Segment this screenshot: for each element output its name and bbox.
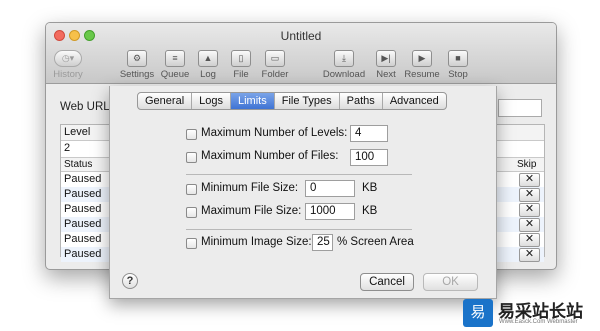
tab-bar: General Logs Limits File Types Paths Adv… (137, 92, 447, 110)
folder-label: Folder (261, 69, 289, 80)
resume-label: Resume (404, 69, 440, 80)
history-button[interactable]: ◷▾ History (46, 50, 90, 80)
tab-logs[interactable]: Logs (192, 93, 231, 109)
skip-forward-icon: ▶| (376, 50, 396, 67)
next-label: Next (376, 69, 396, 80)
download-label: Download (322, 69, 366, 80)
tab-advanced[interactable]: Advanced (383, 93, 446, 109)
skip-button[interactable]: ✕ (519, 233, 540, 247)
status-cell: Paused (64, 248, 102, 260)
status-cell: Paused (64, 188, 102, 200)
queue-label: Queue (160, 69, 190, 80)
max-file-size-input[interactable]: 1000 (305, 203, 355, 220)
skip-header: Skip (517, 159, 537, 170)
folder-icon: ▭ (265, 50, 285, 67)
max-levels-checkbox[interactable] (186, 129, 197, 140)
max-levels-input[interactable]: 4 (350, 125, 388, 142)
skip-button[interactable]: ✕ (519, 248, 540, 262)
tab-file-types[interactable]: File Types (275, 93, 340, 109)
min-file-size-unit: KB (362, 182, 378, 194)
settings-label: Settings (119, 69, 155, 80)
web-url-label: Web URL: (60, 101, 113, 113)
min-file-size-checkbox[interactable] (186, 184, 197, 195)
max-file-size-label: Maximum File Size: (201, 205, 302, 217)
tab-limits[interactable]: Limits (231, 93, 275, 109)
title-bar: Untitled ◷▾ History ⚙ Settings ≡ Queue ▲… (46, 23, 556, 84)
stop-label: Stop (448, 69, 468, 80)
gear-icon: ⚙ (127, 50, 147, 67)
web-url-input[interactable] (498, 99, 542, 117)
separator (186, 174, 412, 175)
level-header: Level (64, 126, 91, 138)
skip-button[interactable]: ✕ (519, 188, 540, 202)
watermark-logo: 易 (463, 299, 493, 327)
folder-button[interactable]: ▭ Folder (253, 50, 297, 80)
min-file-size-label: Minimum File Size: (201, 182, 299, 194)
max-levels-label: Maximum Number of Levels: (201, 127, 348, 139)
separator (186, 229, 412, 230)
file-label: File (233, 69, 249, 80)
max-files-label: Maximum Number of Files: (201, 150, 339, 162)
window-title: Untitled (280, 29, 322, 43)
max-file-size-unit: KB (362, 205, 378, 217)
status-cell: Paused (64, 173, 102, 185)
stop-button[interactable]: ■ Stop (436, 50, 480, 80)
preferences-sheet: General Logs Limits File Types Paths Adv… (109, 86, 497, 299)
download-button[interactable]: ⤓ Download (322, 50, 366, 80)
min-file-size-input[interactable]: 0 (305, 180, 355, 197)
status-cell: Paused (64, 233, 102, 245)
list-icon: ≡ (165, 50, 185, 67)
level-value: 2 (64, 142, 71, 154)
stop-icon: ■ (448, 50, 468, 67)
cancel-button[interactable]: Cancel (360, 273, 414, 291)
skip-button[interactable]: ✕ (519, 218, 540, 232)
max-files-checkbox[interactable] (186, 152, 197, 163)
watermark-subtitle: Www.Easck.Com Webmaster (499, 319, 578, 325)
ok-button[interactable]: OK (423, 273, 478, 291)
tab-paths[interactable]: Paths (340, 93, 383, 109)
min-image-size-input[interactable]: 25 (312, 234, 333, 251)
document-icon: ▯ (231, 50, 251, 67)
download-icon: ⤓ (334, 50, 354, 67)
status-cell: Paused (64, 203, 102, 215)
help-button[interactable]: ? (122, 273, 138, 289)
max-files-input[interactable]: 100 (350, 149, 388, 166)
max-file-size-checkbox[interactable] (186, 207, 197, 218)
history-clock-icon: ◷▾ (54, 50, 82, 67)
min-image-size-unit: % Screen Area (337, 236, 414, 248)
status-cell: Paused (64, 218, 102, 230)
status-header: Status (64, 159, 93, 170)
log-label: Log (200, 69, 216, 80)
warning-icon: ▲ (198, 50, 218, 67)
skip-button[interactable]: ✕ (519, 203, 540, 217)
min-image-size-checkbox[interactable] (186, 238, 197, 249)
skip-button[interactable]: ✕ (519, 173, 540, 187)
tab-general[interactable]: General (138, 93, 193, 109)
history-label: History (53, 69, 83, 80)
min-image-size-label: Minimum Image Size: (201, 236, 312, 248)
play-icon: ▶ (412, 50, 432, 67)
